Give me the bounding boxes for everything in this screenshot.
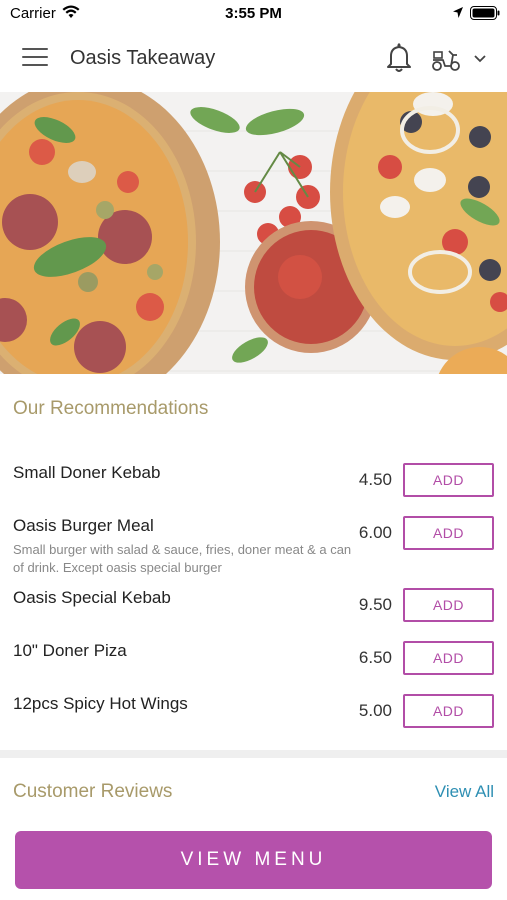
item-name: Oasis Special Kebab	[13, 588, 171, 607]
hamburger-menu-icon[interactable]	[22, 48, 48, 70]
item-name: Small Doner Kebab	[13, 463, 161, 482]
item-name: 10" Doner Piza	[13, 641, 127, 660]
hero-banner-image	[0, 92, 507, 374]
add-button[interactable]: ADD	[403, 694, 494, 728]
view-menu-button[interactable]: VIEW MENU	[15, 831, 492, 889]
item-name: Oasis Burger Meal	[13, 516, 154, 535]
delivery-scooter-icon[interactable]	[431, 46, 461, 72]
item-price: 4.50	[358, 470, 392, 489]
item-price: 5.00	[358, 701, 392, 720]
add-button[interactable]: ADD	[403, 588, 494, 622]
section-divider	[0, 750, 507, 758]
pizza-hero-image	[0, 92, 507, 374]
page-title: Oasis Takeaway	[70, 47, 216, 69]
recommendations-title: Our Recommendations	[13, 398, 209, 419]
item-description: Small burger with salad & sauce, fries, …	[13, 542, 352, 575]
item-price: 6.00	[358, 523, 392, 542]
location-arrow-icon	[453, 7, 463, 18]
add-button[interactable]: ADD	[403, 641, 494, 675]
item-price: 9.50	[358, 595, 392, 614]
view-all-link[interactable]: View All	[394, 782, 494, 802]
customer-reviews-title: Customer Reviews	[13, 781, 173, 802]
item-price: 6.50	[358, 648, 392, 667]
app-header: Oasis Takeaway	[0, 26, 507, 92]
chevron-down-icon[interactable]	[472, 52, 488, 64]
bell-icon[interactable]	[385, 42, 413, 74]
item-name: 12pcs Spicy Hot Wings	[13, 694, 188, 713]
add-button[interactable]: ADD	[403, 463, 494, 497]
status-time: 3:55 PM	[225, 5, 282, 22]
battery-icon	[470, 6, 500, 20]
status-bar: Carrier 3:55 PM	[0, 0, 507, 26]
add-button[interactable]: ADD	[403, 516, 494, 550]
